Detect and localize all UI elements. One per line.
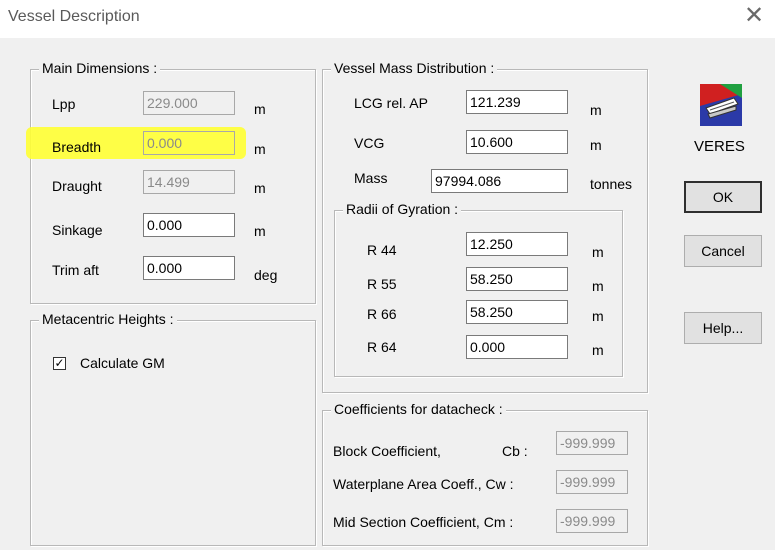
mass-distribution-title: Vessel Mass Distribution :: [331, 60, 498, 76]
r64-field[interactable]: 0.000: [466, 335, 568, 359]
draught-label: Draught: [52, 178, 102, 194]
r64-label: R 64: [367, 339, 397, 355]
lcg-label: LCG rel. AP: [354, 95, 428, 111]
r44-unit: m: [592, 244, 604, 260]
r44-label: R 44: [367, 242, 397, 258]
title-bar: Vessel Description ✕: [0, 0, 775, 38]
veres-logo-label: VERES: [694, 138, 745, 155]
sinkage-field[interactable]: 0.000: [143, 213, 235, 237]
vcg-label: VCG: [354, 135, 385, 151]
midsection-coefficient-field[interactable]: -999.999: [556, 509, 628, 533]
vcg-unit: m: [590, 137, 602, 153]
r66-label: R 66: [367, 306, 397, 322]
r55-field[interactable]: 58.250: [466, 267, 568, 291]
lcg-unit: m: [590, 102, 602, 118]
waterplane-coefficient-field[interactable]: -999.999: [556, 470, 628, 494]
block-coefficient-symbol: Cb :: [502, 443, 528, 459]
main-dimensions-title: Main Dimensions :: [39, 60, 161, 76]
waterplane-coefficient-label: Waterplane Area Coeff., Cw :: [333, 476, 514, 492]
metacentric-heights-title: Metacentric Heights :: [39, 311, 177, 327]
lpp-field[interactable]: 229.000: [143, 91, 235, 115]
block-coefficient-field[interactable]: -999.999: [556, 431, 628, 455]
radii-of-gyration-title: Radii of Gyration :: [343, 201, 462, 217]
breadth-unit: m: [254, 141, 266, 157]
trim-aft-unit: deg: [254, 267, 278, 283]
midsection-coefficient-label: Mid Section Coefficient, Cm :: [333, 514, 514, 530]
metacentric-heights-group: Metacentric Heights :: [30, 311, 316, 546]
r55-label: R 55: [367, 276, 397, 292]
sinkage-label: Sinkage: [52, 222, 103, 238]
cancel-button[interactable]: Cancel: [684, 235, 762, 267]
window-title: Vessel Description: [8, 8, 140, 25]
lcg-field[interactable]: 121.239: [466, 90, 568, 114]
r66-unit: m: [592, 308, 604, 324]
r64-unit: m: [592, 342, 604, 358]
draught-field[interactable]: 14.499: [143, 170, 235, 194]
mass-field[interactable]: 97994.086: [431, 169, 568, 193]
veres-logo-icon: [700, 84, 742, 126]
block-coefficient-label: Block Coefficient,: [333, 443, 441, 459]
vcg-field[interactable]: 10.600: [466, 130, 568, 154]
lpp-label: Lpp: [52, 96, 76, 112]
trim-aft-label: Trim aft: [52, 262, 99, 278]
r55-unit: m: [592, 278, 604, 294]
breadth-field[interactable]: 0.000: [143, 131, 235, 155]
ok-button[interactable]: OK: [684, 181, 762, 213]
mass-unit: tonnes: [590, 176, 633, 192]
lpp-unit: m: [254, 101, 266, 117]
sinkage-unit: m: [254, 223, 266, 239]
breadth-label: Breadth: [52, 139, 102, 155]
mass-label: Mass: [354, 170, 388, 186]
calculate-gm-checkbox[interactable]: ✓: [53, 357, 66, 370]
calculate-gm-label[interactable]: Calculate GM: [80, 355, 165, 371]
help-button[interactable]: Help...: [684, 312, 762, 344]
trim-aft-field[interactable]: 0.000: [143, 256, 235, 280]
r44-field[interactable]: 12.250: [466, 232, 568, 256]
coefficients-title: Coefficients for datacheck :: [331, 401, 506, 417]
r66-field[interactable]: 58.250: [466, 300, 568, 324]
close-icon[interactable]: ✕: [744, 4, 764, 28]
draught-unit: m: [254, 180, 266, 196]
